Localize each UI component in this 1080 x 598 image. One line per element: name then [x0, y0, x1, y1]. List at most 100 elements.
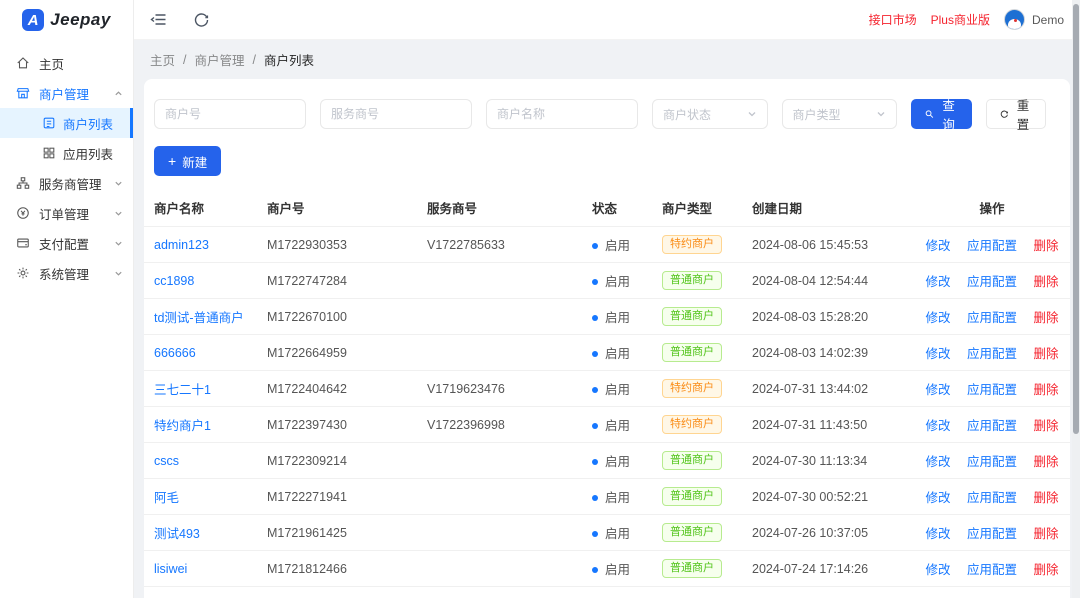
merchant-name-link[interactable]: lisiwei: [154, 562, 187, 576]
edit-link[interactable]: 修改: [925, 347, 950, 361]
merchant-name-link[interactable]: admin123: [154, 238, 209, 252]
api-market-link[interactable]: 接口市场: [869, 11, 917, 28]
col-merchant-type: 商户类型: [654, 189, 744, 227]
app-config-link[interactable]: 应用配置: [967, 347, 1017, 361]
edit-link[interactable]: 修改: [925, 311, 950, 325]
merchant-name-link[interactable]: cc1898: [154, 274, 194, 288]
edit-link[interactable]: 修改: [925, 563, 950, 577]
breadcrumb-home[interactable]: 主页: [150, 50, 175, 69]
scrollbar-thumb[interactable]: [1073, 4, 1079, 434]
edit-link[interactable]: 修改: [925, 527, 950, 541]
search-button[interactable]: 查询: [911, 99, 972, 132]
merchant-name-link[interactable]: 666666: [154, 346, 196, 360]
delete-link[interactable]: 删除: [1033, 563, 1058, 577]
actions-cell: 修改 应用配置 删除: [914, 226, 1070, 263]
sidebar-item-pay-config[interactable]: 支付配置: [0, 228, 133, 258]
edit-link[interactable]: 修改: [925, 383, 950, 397]
delete-link[interactable]: 删除: [1033, 383, 1058, 397]
merchant-no-input[interactable]: [154, 99, 306, 129]
chevron-down-icon: [748, 112, 756, 117]
sidebar-item-order-mgmt[interactable]: 订单管理: [0, 198, 133, 228]
merchant-type-tag: 特约商户: [662, 379, 722, 398]
delete-link[interactable]: 删除: [1033, 311, 1058, 325]
reset-button[interactable]: 重置: [985, 99, 1046, 132]
jeepay-logo-icon: A: [22, 9, 45, 31]
table-header-row: 商户名称 商户号 服务商号 状态 商户类型 创建日期 操作: [144, 189, 1070, 227]
merchant-name-link[interactable]: 特约商户1: [154, 419, 211, 433]
app-logo[interactable]: A Jeepay: [0, 0, 133, 40]
filter-bar: 商户状态 商户类型 查询 重置: [144, 79, 1070, 132]
type-cell: 特约商户: [654, 226, 744, 263]
isv-no-input[interactable]: [320, 99, 472, 129]
merchant-name-link[interactable]: td测试-普通商户: [154, 311, 244, 325]
table-row: 阿毛 M1722271941 启用 普通商户 2024-07-30 00:52:…: [144, 478, 1070, 515]
merchant-type-tag: 特约商户: [662, 235, 722, 254]
status-dot: [592, 387, 598, 393]
merchant-name-link[interactable]: 测试493: [154, 527, 200, 541]
merchant-type-select[interactable]: 商户类型: [781, 99, 898, 129]
status-cell: 启用: [584, 370, 654, 407]
status-dot: [592, 531, 598, 537]
delete-link[interactable]: 删除: [1033, 419, 1058, 433]
merchant-name-input[interactable]: [486, 99, 638, 129]
created-date-cell: 2024-07-30 11:13:34: [744, 442, 914, 479]
app-config-link[interactable]: 应用配置: [967, 419, 1017, 433]
created-date-cell: 2024-07-30 00:52:21: [744, 478, 914, 515]
sidebar-item-merchant-mgmt[interactable]: 商户管理: [0, 78, 133, 108]
delete-link[interactable]: 删除: [1033, 275, 1058, 289]
app-config-link[interactable]: 应用配置: [967, 527, 1017, 541]
status-dot: [592, 315, 598, 321]
delete-link[interactable]: 删除: [1033, 491, 1058, 505]
table-row: lisiwei M1721812466 启用 普通商户 2024-07-24 1…: [144, 550, 1070, 587]
user-menu[interactable]: Demo: [1003, 9, 1064, 30]
delete-link[interactable]: 删除: [1033, 347, 1058, 361]
menu-fold-icon[interactable]: [150, 11, 167, 28]
actions-cell: 修改 应用配置 删除: [914, 478, 1070, 515]
created-date-cell: 2024-08-03 15:28:20: [744, 298, 914, 335]
edit-link[interactable]: 修改: [925, 275, 950, 289]
status-cell: 启用: [584, 298, 654, 335]
sidebar-item-app-list[interactable]: 应用列表: [0, 138, 133, 168]
breadcrumb-merchant-mgmt[interactable]: 商户管理: [195, 50, 245, 69]
app-config-link[interactable]: 应用配置: [967, 275, 1017, 289]
app-config-link[interactable]: 应用配置: [967, 383, 1017, 397]
merchant-name-link[interactable]: 三七二十1: [154, 383, 211, 397]
merchant-no-cell: M1722664959: [259, 334, 419, 371]
merchant-name-link[interactable]: 阿毛: [154, 491, 179, 505]
isv-no-cell: [419, 442, 584, 479]
merchant-name-link[interactable]: cscs: [154, 454, 179, 468]
sidebar-item-home[interactable]: 主页: [0, 48, 133, 78]
status-dot: [592, 459, 598, 465]
avatar: [1003, 9, 1025, 30]
app-config-link[interactable]: 应用配置: [967, 491, 1017, 505]
home-icon: [17, 57, 29, 69]
plus-edition-link[interactable]: Plus商业版: [931, 11, 990, 28]
merchant-status-select[interactable]: 商户状态: [652, 99, 768, 129]
merchant-no-cell: M1722309214: [259, 442, 419, 479]
edit-link[interactable]: 修改: [925, 419, 950, 433]
sidebar-item-isv-mgmt[interactable]: 服务商管理: [0, 168, 133, 198]
sidebar-item-merchant-list[interactable]: 商户列表: [0, 108, 133, 138]
delete-link[interactable]: 删除: [1033, 239, 1058, 253]
actions-cell: 修改 应用配置 删除: [914, 406, 1070, 443]
edit-link[interactable]: 修改: [925, 455, 950, 469]
scrollbar[interactable]: [1072, 0, 1080, 598]
table-row: td测试-普通商户 M1722670100 启用 普通商户 2024-08-03…: [144, 298, 1070, 335]
edit-link[interactable]: 修改: [925, 239, 950, 253]
app-config-link[interactable]: 应用配置: [967, 455, 1017, 469]
delete-link[interactable]: 删除: [1033, 527, 1058, 541]
sidebar-item-system-mgmt[interactable]: 系统管理: [0, 258, 133, 288]
main-area: 接口市场 Plus商业版 Demo 主页 / 商户管理 / 商户列表 商户状态 …: [134, 0, 1080, 598]
isv-no-cell: V1722785633: [419, 226, 584, 263]
edit-link[interactable]: 修改: [925, 491, 950, 505]
status-dot: [592, 243, 598, 249]
profile-list-icon: [43, 117, 55, 129]
new-merchant-button[interactable]: + 新建: [154, 146, 222, 176]
app-config-link[interactable]: 应用配置: [967, 239, 1017, 253]
app-config-link[interactable]: 应用配置: [967, 563, 1017, 577]
chevron-up-icon: [115, 90, 122, 95]
app-config-link[interactable]: 应用配置: [967, 311, 1017, 325]
delete-link[interactable]: 删除: [1033, 455, 1058, 469]
wallet-icon: [17, 238, 29, 248]
refresh-icon[interactable]: [193, 11, 210, 28]
